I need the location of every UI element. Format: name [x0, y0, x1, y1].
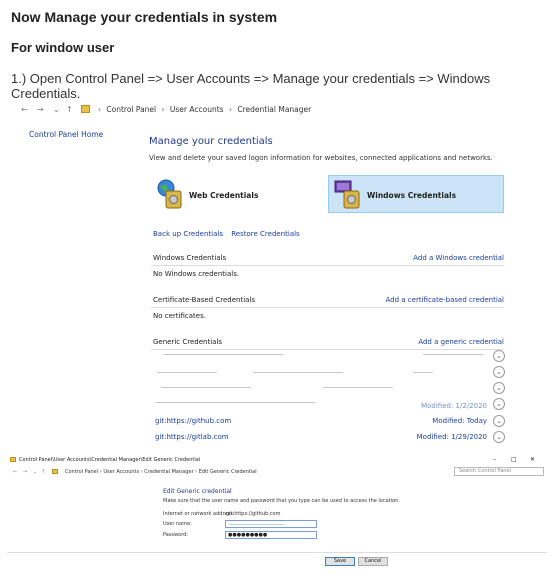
back-arrow-icon[interactable]: ←	[13, 469, 17, 475]
redacted-credential-row[interactable]: Modified: 1/2/2020 ⌄	[153, 398, 505, 412]
page-title: Manage your credentials	[149, 136, 273, 147]
recent-dropdown-icon[interactable]: ⌄	[53, 105, 60, 114]
modified-date: Modified: Today	[432, 417, 487, 425]
search-input[interactable]: Search Control Panel	[454, 467, 544, 476]
credential-name: git:https://github.com	[155, 417, 232, 425]
breadcrumb[interactable]: Control Panel › User Accounts › Credenti…	[65, 469, 257, 475]
edit-credential-title: Edit Generic credential	[163, 488, 232, 495]
username-field-row: User name:	[163, 520, 363, 529]
add-certificate-credential-link[interactable]: Add a certificate-based credential	[386, 296, 504, 304]
username-input[interactable]	[225, 520, 317, 528]
windows-credentials-icon	[334, 180, 360, 209]
redacted-text	[323, 387, 393, 388]
redacted-credential-row[interactable]: ⌄	[153, 382, 505, 396]
add-windows-credential-link[interactable]: Add a Windows credential	[413, 254, 504, 262]
section-divider	[151, 307, 504, 308]
save-button[interactable]: Save	[325, 557, 355, 566]
expand-chevron-icon[interactable]: ⌄	[493, 415, 505, 427]
forward-arrow-icon[interactable]: →	[37, 105, 44, 114]
windows-credentials-tile[interactable]: Windows Credentials	[328, 175, 504, 213]
password-field-row: Password: ●●●●●●●●●	[163, 531, 363, 540]
edit-credential-screenshot: Control Panel\User Accounts\Credential M…	[7, 455, 547, 570]
window-folder-icon	[10, 457, 16, 462]
section-title: Generic Credentials	[153, 338, 223, 346]
close-button[interactable]: ✕	[530, 456, 535, 463]
add-generic-credential-link[interactable]: Add a generic credential	[418, 338, 504, 346]
redacted-username	[229, 524, 284, 525]
expand-chevron-icon[interactable]: ⌄	[493, 350, 505, 362]
windows-credentials-label: Windows Credentials	[367, 191, 457, 200]
modified-date: Modified: 1/2/2020	[421, 402, 487, 410]
breadcrumb-separator: ›	[228, 105, 232, 114]
expand-chevron-icon[interactable]: ⌄	[493, 431, 505, 443]
breadcrumb-credential-manager[interactable]: Credential Manager	[237, 105, 311, 114]
web-credentials-label: Web Credentials	[189, 191, 259, 200]
username-label: User name:	[163, 521, 192, 527]
address-value: git:https://github.com	[226, 511, 281, 517]
redacted-credential-row[interactable]: ⌄	[153, 350, 505, 364]
section-title: Windows Credentials	[153, 254, 227, 262]
maximize-button[interactable]: □	[511, 456, 517, 463]
window-title: Control Panel\User Accounts\Credential M…	[19, 457, 201, 463]
window-titlebar: Control Panel\User Accounts\Credential M…	[7, 455, 547, 465]
control-panel-home-link[interactable]: Control Panel Home	[29, 130, 103, 139]
modified-date: Modified: 1/29/2020	[416, 433, 487, 441]
redacted-credential-row[interactable]: ⌄	[153, 366, 505, 380]
page-description: View and delete your saved logon informa…	[149, 154, 493, 162]
empty-message: No Windows credentials.	[153, 270, 240, 278]
edit-credential-description: Make sure that the user name and passwor…	[163, 498, 400, 504]
web-credentials-icon	[157, 179, 182, 209]
expand-chevron-icon[interactable]: ⌄	[493, 366, 505, 378]
empty-message: No certificates.	[153, 312, 206, 320]
forward-arrow-icon[interactable]: →	[23, 469, 27, 475]
windows-credentials-section: Windows Credentials Add a Windows creden…	[151, 254, 504, 284]
recent-dropdown-icon[interactable]: ⌄	[33, 469, 37, 475]
back-up-credentials-link[interactable]: Back up Credentials	[153, 230, 223, 238]
backup-restore-links: Back up Credentials Restore Credentials	[153, 230, 300, 238]
section-title: Certificate-Based Credentials	[153, 296, 256, 304]
section-subheading: For window user	[11, 40, 115, 55]
credential-row-gitlab[interactable]: git:https://gitlab.com Modified: 1/29/20…	[153, 431, 505, 445]
redacted-text	[413, 372, 433, 373]
restore-credentials-link[interactable]: Restore Credentials	[231, 230, 299, 238]
redacted-text	[157, 372, 217, 373]
credential-row-github[interactable]: git:https://github.com Modified: Today ⌄	[153, 415, 505, 429]
address-label: Internet or network address:	[163, 511, 235, 517]
web-credentials-tile[interactable]: Web Credentials	[151, 176, 321, 214]
credential-name: git:https://gitlab.com	[155, 433, 229, 441]
redacted-text	[253, 372, 343, 373]
password-input[interactable]: ●●●●●●●●●	[225, 531, 317, 539]
breadcrumb-user-accounts[interactable]: User Accounts	[170, 105, 224, 114]
section-divider	[151, 265, 504, 266]
breadcrumb-separator: ›	[98, 105, 101, 114]
control-panel-folder-icon	[52, 469, 58, 474]
breadcrumb-separator: ›	[161, 105, 165, 114]
step-instruction: 1.) Open Control Panel => User Accounts …	[11, 71, 491, 101]
breadcrumb: › Control Panel › User Accounts › Creden…	[95, 105, 311, 114]
footer-divider	[7, 552, 547, 553]
address-bar: ← → ⌄ ↑ › Control Panel › User Accounts …	[11, 102, 531, 118]
redacted-text	[161, 387, 251, 388]
certificate-credentials-section: Certificate-Based Credentials Add a cert…	[151, 296, 504, 326]
up-arrow-icon[interactable]: ↑	[41, 469, 45, 475]
redacted-text	[423, 354, 483, 355]
password-label: Password:	[163, 532, 189, 538]
breadcrumb-control-panel[interactable]: Control Panel	[106, 105, 156, 114]
address-bar: ← → ⌄ ↑ Control Panel › User Accounts › …	[7, 467, 547, 477]
control-panel-folder-icon	[81, 105, 90, 113]
back-arrow-icon[interactable]: ←	[21, 105, 28, 114]
minimize-button[interactable]: –	[493, 456, 496, 463]
page-heading: Now Manage your credentials in system	[11, 9, 278, 25]
up-arrow-icon[interactable]: ↑	[66, 105, 73, 114]
redacted-text	[163, 354, 283, 355]
address-field-row: Internet or network address: git:https:/…	[163, 510, 363, 519]
expand-chevron-icon[interactable]: ⌄	[493, 398, 505, 410]
credential-manager-screenshot: ← → ⌄ ↑ › Control Panel › User Accounts …	[11, 98, 531, 446]
redacted-text	[155, 402, 315, 403]
expand-chevron-icon[interactable]: ⌄	[493, 382, 505, 394]
cancel-button[interactable]: Cancel	[358, 557, 388, 566]
